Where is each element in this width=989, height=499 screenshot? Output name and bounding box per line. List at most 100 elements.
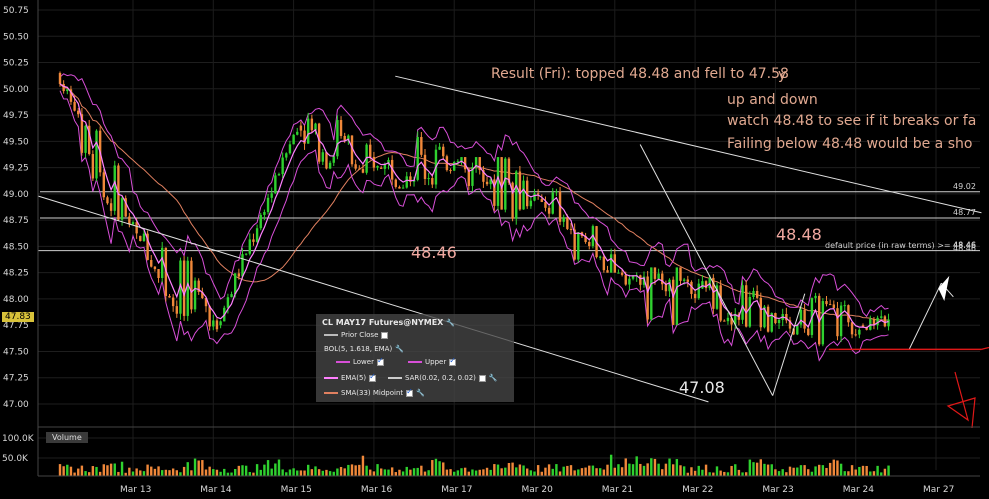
checkbox-sar[interactable] [478,374,486,382]
volume-bar [814,466,817,476]
candle-body [193,280,197,310]
volume-bar [668,458,671,476]
volume-bar [704,464,708,476]
volume-bar [463,467,467,476]
volume-bar [496,464,500,476]
volume-bar [719,470,722,476]
legend-title: CL MAY17 Futures@NYMEX 🔧 [322,318,455,327]
candle-body [237,273,241,277]
volume-bar [150,466,153,476]
volume-bar [624,458,627,476]
volume-bar [467,471,470,476]
candle-body [277,174,281,176]
volume-bar [839,463,843,476]
volume-bar [310,469,314,476]
candle-body [427,178,430,180]
candle-body [361,169,365,173]
volume-bar [690,467,693,476]
checkbox-prior-close[interactable] [381,331,389,339]
legend-sma[interactable]: SMA(33) Midpoint🔧 [324,387,425,397]
volume-bar [91,466,95,476]
volume-bar [98,471,102,476]
legend-upper[interactable]: Upper [408,356,457,366]
volume-bar [347,464,350,476]
volume-bar [387,469,390,476]
legend-prior-close[interactable]: Prior Close [324,331,389,339]
volume-bar [460,468,463,476]
y-tick-label: 48.00 [3,295,29,305]
checkbox-ema[interactable] [369,372,377,382]
volume-bar [321,470,324,476]
candle-body [215,320,219,330]
legend-sar[interactable]: SAR(0.02, 0.2, 0.02) 🔧 [388,374,498,382]
candle-body [551,192,554,214]
candle-body [828,304,832,306]
legend-ema[interactable]: EMA(5) [324,372,377,382]
checkbox-lower[interactable] [376,356,384,366]
right-level-small: 48.46 [953,244,976,253]
volume-bar [390,467,394,476]
candle-body [255,228,259,242]
wrench-icon[interactable]: 🔧 [416,389,425,397]
volume-bar [73,472,76,476]
note-line-2: watch 48.48 to see if it breaks or fa [727,113,976,129]
volume-bar [493,464,496,476]
volume-bar [358,464,361,476]
wrench-icon[interactable]: 🔧 [446,319,455,327]
x-tick-label: Mar 14 [200,485,232,495]
volume-bar [69,466,73,476]
checkbox-sma[interactable] [406,387,414,397]
candle-body [62,83,65,92]
volume-bar [314,466,317,476]
volume-bar [285,472,288,476]
volume-bar [62,466,65,476]
candle-body [113,165,116,211]
y-tick-label: 48.25 [3,269,29,279]
volume-bar [307,464,310,476]
candle-body [529,200,533,207]
volume-bar [343,468,346,476]
line-swatch-icon [388,377,402,379]
volume-bar [186,462,189,476]
volume-bar [526,468,529,476]
volume-bar [518,464,522,476]
candle-body [682,279,686,281]
volume-bar [832,459,835,476]
volume-bar [332,471,335,476]
candle-body [726,317,730,322]
legend-panel[interactable]: CL MAY17 Futures@NYMEX 🔧 Prior Close BOL… [316,314,514,402]
volume-bar [442,462,445,476]
y-tick-label: 47.50 [3,347,29,357]
volume-bar [445,469,449,476]
candle-body [887,319,890,327]
candle-body [566,217,569,229]
legend-lower[interactable]: Lower [336,356,384,366]
volume-bar [394,472,397,476]
legend-bol[interactable]: BOL(5, 1.618, EMA) 🔧 [324,345,404,353]
volume-bar [376,464,379,476]
x-tick-label: Mar 27 [923,485,954,495]
candle-body [95,130,98,179]
candle-body [533,193,536,201]
volume-bar [755,462,759,476]
candle-body [150,260,153,267]
x-tick-label: Mar 23 [762,485,793,495]
checkbox-upper[interactable] [449,356,457,366]
price-chart[interactable]: 49.02 48.77 48.46 50.75 50.50 50.25 50.00 49.7… [0,0,989,499]
wrench-icon[interactable]: 🔧 [489,374,498,382]
volume-bar [533,471,536,476]
volume-bar [507,462,511,476]
wrench-icon[interactable]: 🔧 [395,345,404,353]
volume-bar [653,458,657,476]
volume-bar [128,467,131,476]
volume-bar [682,466,686,476]
candle-body [664,284,668,292]
volume-bar [296,470,299,476]
candle-body [73,101,76,111]
volume-bar [818,464,821,476]
candle-body [128,216,131,225]
candle-body [843,305,846,307]
volume-bar [675,459,679,476]
volume-bar [825,467,828,476]
white-arrow-icon [938,275,950,302]
